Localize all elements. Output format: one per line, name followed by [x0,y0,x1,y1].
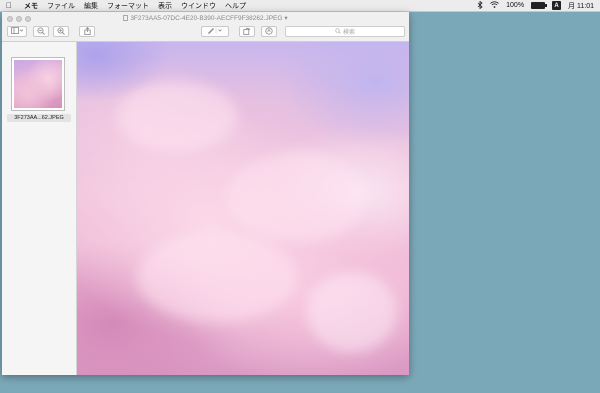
sidebar-toggle-icon [11,27,24,36]
menu-item-view[interactable]: 表示 [158,1,172,11]
window-toolbar: 3F273AA5-07DC-4E20-B390-AECFF9F38262.JPE… [2,12,409,42]
window-title-area: 3F273AA5-07DC-4E20-B390-AECFF9F38262.JPE… [2,14,409,22]
battery-icon[interactable] [531,2,548,9]
search-icon [335,27,341,36]
menu-item-help[interactable]: ヘルプ [225,1,246,11]
share-icon [83,26,91,37]
markup-pen-icon [207,27,223,36]
zoom-in-icon [57,27,65,37]
image-thumbnail[interactable] [11,57,65,111]
annotate-button[interactable] [261,26,277,37]
thumbnail-sidebar: 3F273AA...62.JPEG [2,42,77,375]
window-title[interactable]: 3F273AA5-07DC-4E20-B390-AECFF9F38262.JPE… [130,15,282,22]
rotate-button[interactable] [239,26,255,37]
menu-bar:  メモ ファイル 編集 フォーマット 表示 ウインドウ ヘルプ 100% A … [0,0,600,12]
annotate-icon [265,26,273,37]
cloud-highlight [137,232,297,322]
chevron-down-icon[interactable]: ▾ [284,15,287,22]
rotate-icon [243,27,251,37]
markup-button[interactable] [201,26,229,37]
wifi-icon[interactable] [490,1,499,10]
menu-item-edit[interactable]: 編集 [84,1,98,11]
menu-item-file[interactable]: ファイル [47,1,75,11]
zoom-in-button[interactable] [53,26,69,37]
cloud-highlight [227,152,367,242]
menu-item-format[interactable]: フォーマット [107,1,149,11]
share-button[interactable] [79,26,95,37]
document-icon [123,15,129,21]
zoom-out-icon [37,27,45,37]
status-area: 100% A 月 11:01 [477,0,594,11]
image-canvas[interactable] [77,42,409,375]
clock[interactable]: 月 11:01 [568,1,594,11]
menu-item-app[interactable]: メモ [24,1,38,11]
input-method-icon[interactable]: A [552,1,562,10]
search-placeholder: 検索 [342,30,355,36]
cloud-highlight [307,272,397,352]
battery-percent[interactable]: 100% [506,2,524,9]
menu-item-window[interactable]: ウインドウ [181,1,216,11]
thumbnail-label[interactable]: 3F273AA...62.JPEG [7,114,71,122]
battery-fill [532,3,545,8]
bluetooth-icon[interactable] [477,0,483,11]
thumbnail-image [14,60,62,108]
preview-window: 3F273AA5-07DC-4E20-B390-AECFF9F38262.JPE… [2,12,409,375]
sidebar-toggle-button[interactable] [7,26,27,37]
apple-icon[interactable]:  [4,1,14,10]
search-field[interactable]: 検索 [285,26,405,37]
zoom-out-button[interactable] [33,26,49,37]
cloud-highlight [117,82,237,152]
